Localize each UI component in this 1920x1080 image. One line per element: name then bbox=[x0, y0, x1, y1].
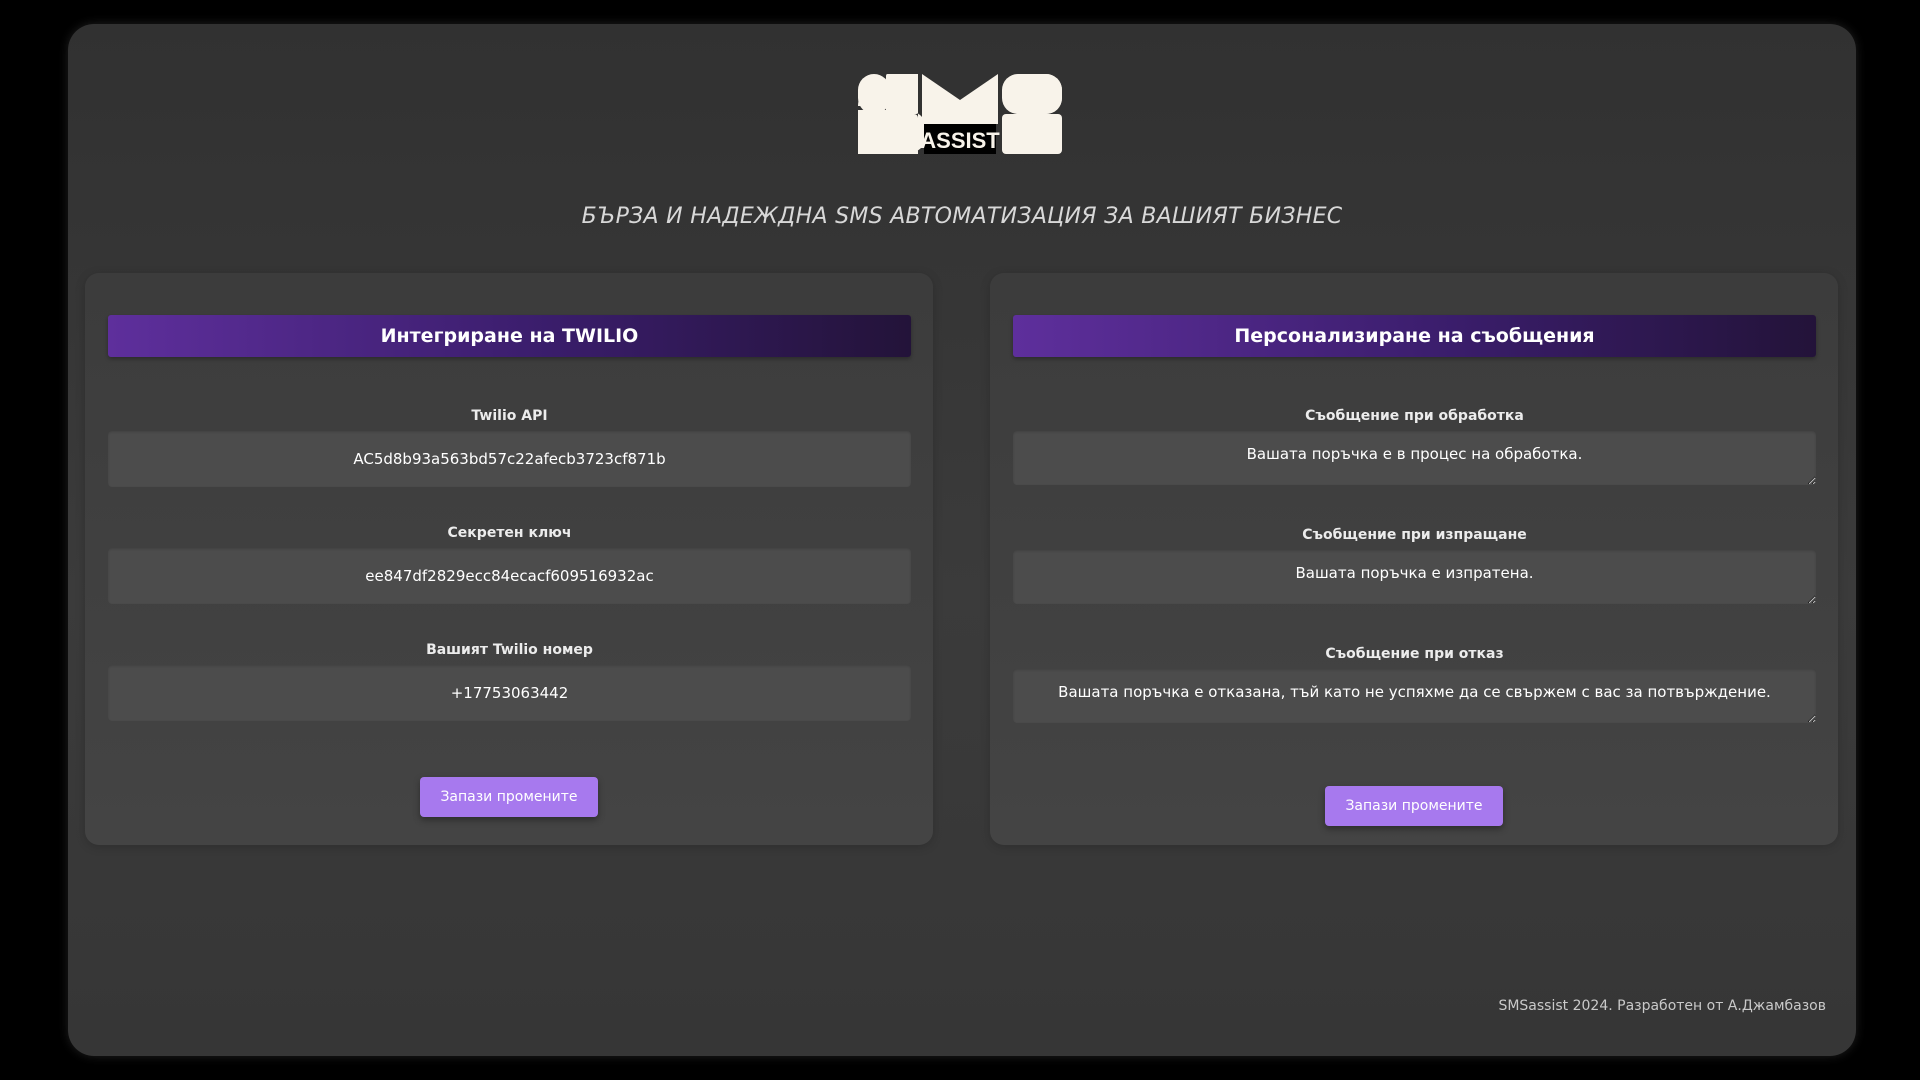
secret-key-label: Секретен ключ bbox=[447, 525, 572, 541]
sms-assist-logo: ASSIST bbox=[858, 74, 1062, 154]
shipping-message-label: Съобщение при изпращане bbox=[1302, 527, 1527, 543]
processing-message-textarea[interactable]: Вашата поръчка е в процес на обработка. bbox=[1013, 431, 1816, 485]
tagline: БЪРЗА И НАДЕЖДНА SMS АВТОМАТИЗАЦИЯ ЗА ВА… bbox=[581, 204, 1343, 229]
shipping-message-textarea[interactable]: Вашата поръчка е изпратена. bbox=[1013, 550, 1816, 604]
reject-message-textarea[interactable]: Вашата поръчка е отказана, тъй като не у… bbox=[1013, 669, 1816, 723]
reject-message-label: Съобщение при отказ bbox=[1325, 646, 1504, 662]
footer-credit: SMSassist 2024. Разработен от А.Джамбазо… bbox=[1498, 998, 1826, 1014]
twilio-number-label: Вашият Twilio номер bbox=[426, 642, 593, 658]
twilio-api-input[interactable] bbox=[108, 431, 911, 487]
logo-subtext: ASSIST bbox=[920, 128, 1000, 153]
app-window: ASSIST БЪРЗА И НАДЕЖДНА SMS АВТОМАТИЗАЦИ… bbox=[68, 24, 1856, 1056]
secret-key-input[interactable] bbox=[108, 548, 911, 604]
message-personalization-card: Персонализиране на съобщения Съобщение п… bbox=[990, 273, 1838, 845]
twilio-card-title: Интегриране на TWILIO bbox=[108, 315, 911, 357]
logo-letter-m bbox=[922, 74, 998, 124]
messages-card-title: Персонализиране на съобщения bbox=[1013, 315, 1816, 357]
twilio-api-label: Twilio API bbox=[471, 408, 548, 424]
processing-message-label: Съобщение при обработка bbox=[1305, 408, 1524, 424]
save-twilio-button[interactable]: Запази промените bbox=[420, 777, 598, 817]
save-messages-button[interactable]: Запази промените bbox=[1325, 786, 1503, 826]
twilio-integration-card: Интегриране на TWILIO Twilio API Секрете… bbox=[85, 273, 933, 845]
twilio-number-input[interactable] bbox=[108, 665, 911, 721]
